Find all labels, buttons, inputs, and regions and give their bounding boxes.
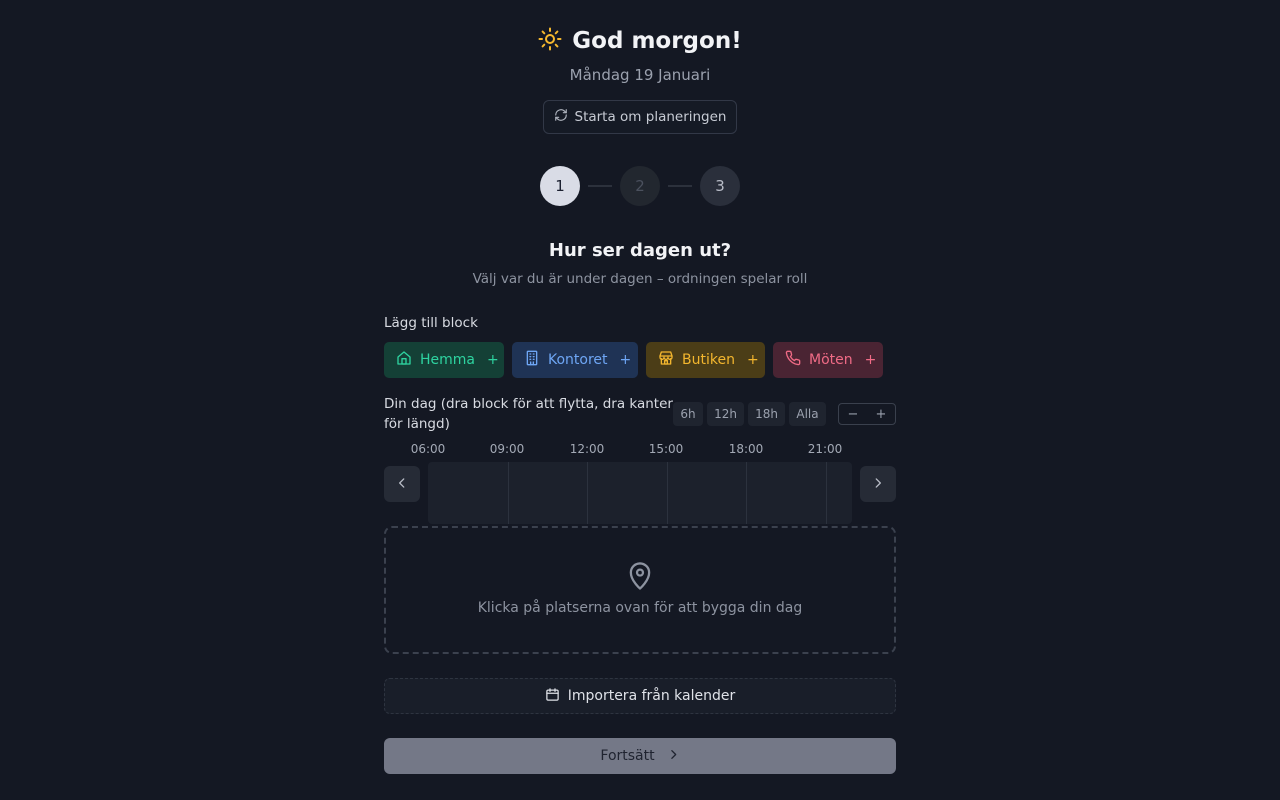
timeline-gridline [587, 462, 588, 524]
plus-icon: + [746, 352, 759, 368]
step-2: 2 [620, 166, 660, 206]
zoom-all-button[interactable]: Alla [789, 402, 826, 426]
step-connector [668, 185, 692, 187]
timeline-tick: 15:00 [648, 442, 684, 456]
section-subtitle: Välj var du är under dagen – ordningen s… [472, 271, 808, 287]
plus-icon: + [864, 352, 877, 368]
store-icon [658, 350, 674, 370]
timeline-tick: 06:00 [410, 442, 446, 456]
block-label: Butiken [682, 352, 735, 368]
timeline-track[interactable] [428, 462, 852, 524]
empty-state-text: Klicka på platserna ovan för att bygga d… [477, 600, 803, 616]
calendar-icon [545, 687, 560, 706]
restart-planning-label: Starta om planeringen [574, 109, 727, 125]
page-title: God morgon! [572, 28, 742, 54]
timeline-label: Din dag (dra block för att flytta, dra k… [384, 396, 673, 432]
timeline-tick: 09:00 [489, 442, 525, 456]
zoom-out-button[interactable]: − [839, 404, 867, 424]
zoom-12h-button[interactable]: 12h [707, 402, 744, 426]
add-shop-block-button[interactable]: Butiken + [646, 342, 765, 378]
zoom-stepper: − + [838, 403, 896, 425]
import-calendar-button[interactable]: Importera från kalender [384, 678, 896, 714]
refresh-icon [554, 108, 568, 126]
continue-label: Fortsätt [600, 748, 655, 764]
home-icon [396, 350, 412, 370]
chevron-left-icon [395, 475, 409, 494]
import-calendar-label: Importera från kalender [567, 688, 736, 704]
step-3: 3 [700, 166, 740, 206]
section-title: Hur ser dagen ut? [548, 240, 732, 261]
timeline-tick: 21:00 [807, 442, 843, 456]
add-office-block-button[interactable]: Kontoret + [512, 342, 638, 378]
timeline-next-button[interactable] [860, 466, 896, 502]
greeting: God morgon! [0, 24, 1280, 58]
timeline-gridline [508, 462, 509, 524]
add-home-block-button[interactable]: Hemma + [384, 342, 504, 378]
zoom-in-button[interactable]: + [867, 404, 895, 424]
step-connector [588, 185, 612, 187]
sun-icon [538, 27, 562, 55]
zoom-18h-button[interactable]: 18h [748, 402, 785, 426]
building-icon [524, 350, 540, 370]
step-1: 1 [540, 166, 580, 206]
zoom-6h-button[interactable]: 6h [673, 402, 703, 426]
current-date: Måndag 19 Januari [569, 66, 711, 84]
timeline-gridline [826, 462, 827, 524]
add-meetings-block-button[interactable]: Möten + [773, 342, 883, 378]
restart-planning-button[interactable]: Starta om planeringen [543, 100, 737, 134]
block-label: Kontoret [548, 352, 608, 368]
continue-button[interactable]: Fortsätt [384, 738, 896, 774]
plus-icon: + [619, 352, 632, 368]
plus-icon: + [487, 352, 499, 368]
timeline-gridline [667, 462, 668, 524]
chevron-right-icon [667, 748, 680, 765]
phone-icon [785, 350, 801, 370]
timeline-prev-button[interactable] [384, 466, 420, 502]
timeline-gridline [746, 462, 747, 524]
map-pin-icon [626, 560, 654, 596]
timeline-tick: 12:00 [569, 442, 605, 456]
chevron-right-icon [871, 475, 885, 494]
add-block-label: Lägg till block [384, 315, 478, 331]
block-label: Möten [809, 352, 853, 368]
timeline-tick: 18:00 [728, 442, 764, 456]
block-label: Hemma [420, 352, 475, 368]
